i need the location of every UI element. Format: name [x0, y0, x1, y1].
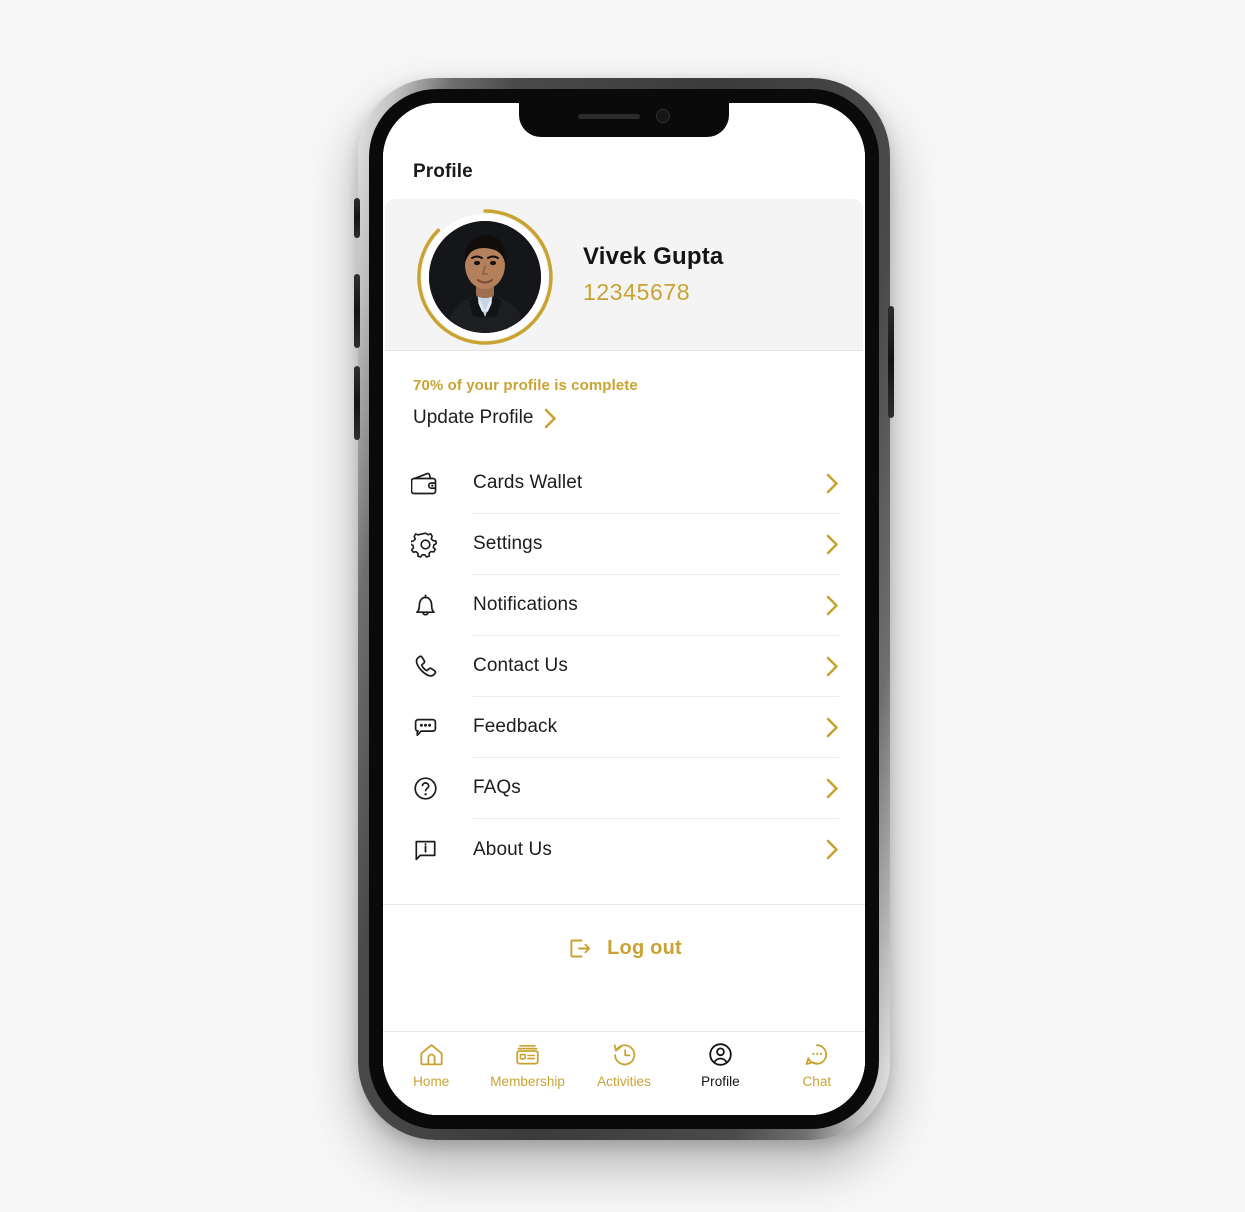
- menu-item-faqs[interactable]: FAQs: [383, 758, 865, 819]
- person-icon: [709, 1043, 732, 1066]
- tab-chat[interactable]: Chat: [769, 1041, 865, 1089]
- profile-name: Vivek Gupta: [583, 243, 724, 270]
- chevron-right-icon: [826, 595, 838, 615]
- tab-home[interactable]: Home: [383, 1041, 479, 1089]
- page-title: Profile: [413, 161, 473, 182]
- device-notch: [519, 103, 729, 137]
- menu-row-body: Notifications: [473, 575, 839, 636]
- tab-activities[interactable]: Activities: [576, 1041, 672, 1089]
- menu-row-body: Settings: [473, 514, 839, 575]
- menu-item-settings[interactable]: Settings: [383, 514, 865, 575]
- gear-icon: [411, 530, 455, 559]
- profile-header-card: Vivek Gupta 12345678: [385, 199, 863, 351]
- menu-row-body: Contact Us: [473, 636, 839, 697]
- menu-item-about-us[interactable]: About Us: [383, 819, 865, 880]
- phone-screen: Profile Vivek Gupta 12345678 70% of your…: [383, 103, 865, 1115]
- chat-dots-icon: [411, 713, 455, 742]
- menu-row-body: About Us: [473, 819, 839, 880]
- app-root: Profile Vivek Gupta 12345678 70% of your…: [383, 103, 865, 1115]
- chevron-right-icon: [826, 778, 838, 798]
- chevron-right-icon: [826, 839, 838, 860]
- wallet-icon: [411, 469, 455, 498]
- tab-label: Chat: [802, 1074, 832, 1089]
- avatar-photo: [429, 220, 541, 333]
- tab-membership[interactable]: Membership: [479, 1041, 575, 1089]
- menu-item-feedback[interactable]: Feedback: [383, 697, 865, 758]
- menu-item-label: About Us: [473, 838, 552, 860]
- earpiece-speaker-icon: [578, 113, 640, 119]
- bell-icon: [411, 591, 455, 620]
- update-profile-label: Update Profile: [413, 407, 534, 428]
- power-button[interactable]: [888, 306, 894, 418]
- profile-menu-list: Cards Wallet Settings Notifications Cont…: [383, 453, 865, 880]
- menu-item-label: Cards Wallet: [473, 472, 583, 493]
- card-icon: [516, 1044, 539, 1065]
- bottom-tab-bar: Home Membership Activities Profile Chat: [383, 1031, 865, 1115]
- question-mark-icon: [411, 774, 455, 803]
- menu-row-body: FAQs: [473, 758, 839, 819]
- profile-meta: Vivek Gupta 12345678: [583, 243, 723, 306]
- menu-row-body: Feedback: [473, 697, 839, 758]
- tab-label: Activities: [597, 1074, 651, 1089]
- logout-icon: [570, 939, 591, 957]
- volume-up-button[interactable]: [354, 274, 360, 348]
- chat-icon: [806, 1044, 828, 1065]
- home-icon: [420, 1044, 443, 1066]
- user-photo-icon: [429, 220, 541, 333]
- menu-item-notifications[interactable]: Notifications: [383, 575, 865, 636]
- front-camera-icon: [656, 109, 670, 123]
- chevron-right-icon: [826, 473, 838, 493]
- history-icon: [613, 1044, 635, 1066]
- app-content: Vivek Gupta 12345678 70% of your profile…: [383, 199, 865, 1115]
- logout-button[interactable]: Log out: [383, 905, 865, 991]
- volume-down-button[interactable]: [354, 366, 360, 440]
- profile-completion-text: 70% of your profile is complete: [413, 377, 638, 394]
- tab-profile[interactable]: Profile: [672, 1041, 768, 1089]
- profile-completion-block: 70% of your profile is complete Update P…: [383, 351, 865, 429]
- menu-item-label: FAQs: [473, 777, 521, 798]
- menu-item-cards-wallet[interactable]: Cards Wallet: [383, 453, 865, 514]
- profile-member-id: 12345678: [583, 279, 691, 305]
- chevron-right-icon: [826, 534, 838, 554]
- tab-label: Home: [413, 1074, 450, 1089]
- mute-switch-button[interactable]: [354, 198, 360, 238]
- tab-label: Profile: [701, 1074, 740, 1089]
- chevron-right-icon: [826, 717, 838, 737]
- screenshot-stage: Profile Vivek Gupta 12345678 70% of your…: [0, 0, 1245, 1212]
- menu-item-label: Settings: [473, 533, 543, 554]
- menu-item-contact-us[interactable]: Contact Us: [383, 636, 865, 697]
- menu-item-label: Feedback: [473, 716, 558, 737]
- phone-bezel: Profile Vivek Gupta 12345678 70% of your…: [369, 89, 879, 1129]
- phone-device-frame: Profile Vivek Gupta 12345678 70% of your…: [354, 78, 894, 1140]
- info-bubble-icon: [411, 835, 455, 864]
- logout-label: Log out: [607, 936, 682, 959]
- phone-icon: [411, 652, 455, 681]
- menu-item-label: Contact Us: [473, 655, 568, 676]
- chevron-right-icon: [545, 408, 557, 428]
- menu-row-body: Cards Wallet: [473, 453, 839, 514]
- chevron-right-icon: [826, 656, 838, 676]
- update-profile-link[interactable]: Update Profile: [413, 407, 835, 429]
- menu-item-label: Notifications: [473, 594, 578, 615]
- avatar[interactable]: [413, 205, 557, 349]
- tab-label: Membership: [490, 1074, 565, 1089]
